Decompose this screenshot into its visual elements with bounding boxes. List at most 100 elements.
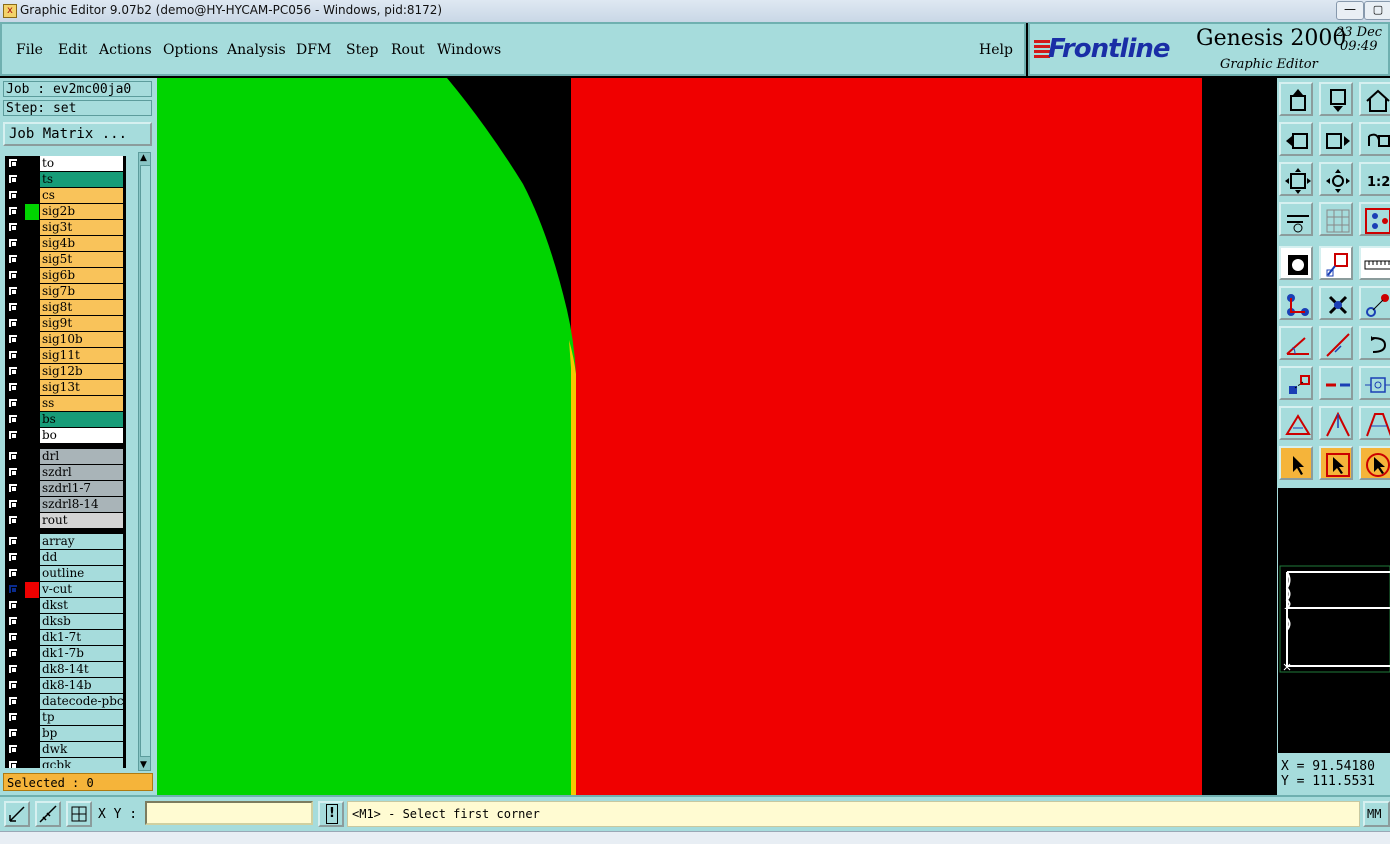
layer-color-swatch[interactable]: [25, 220, 39, 236]
layer-color-swatch[interactable]: [25, 252, 39, 268]
move-down-tool-button[interactable]: [1319, 82, 1353, 116]
layer-name[interactable]: dk8-14t: [40, 662, 123, 677]
layer-row-ts[interactable]: ts: [5, 172, 126, 188]
layer-color-swatch[interactable]: [25, 662, 39, 678]
select-pad-tool-button[interactable]: [1279, 246, 1313, 280]
layer-color-swatch[interactable]: [25, 534, 39, 550]
layer-color-swatch[interactable]: [25, 284, 39, 300]
menu-analysis[interactable]: Analysis: [227, 42, 286, 58]
layer-checkbox[interactable]: [8, 680, 18, 690]
layer-checkbox[interactable]: [8, 536, 18, 546]
zoom-fit-tool-button[interactable]: [1279, 162, 1313, 196]
menu-windows[interactable]: Windows: [437, 42, 501, 58]
center-box-tool-button[interactable]: [1359, 366, 1390, 400]
layer-name[interactable]: dkst: [40, 598, 123, 613]
layer-row-szdrl[interactable]: szdrl: [5, 465, 126, 481]
layer-row-ss[interactable]: ss: [5, 396, 126, 412]
layer-row-sig12b[interactable]: sig12b: [5, 364, 126, 380]
layer-name[interactable]: dk1-7t: [40, 630, 123, 645]
layer-name[interactable]: sig13t: [40, 380, 123, 395]
layer-color-swatch[interactable]: [25, 364, 39, 380]
layer-name[interactable]: sig7b: [40, 284, 123, 299]
layer-color-swatch[interactable]: [25, 742, 39, 758]
layer-row-bp[interactable]: bp: [5, 726, 126, 742]
layer-checkbox[interactable]: [8, 430, 18, 440]
move-up-tool-button[interactable]: [1279, 82, 1313, 116]
layer-checkbox[interactable]: [8, 616, 18, 626]
layer-name[interactable]: szdrl8-14: [40, 497, 123, 512]
layer-scrollbar[interactable]: ▲ ▼: [138, 152, 151, 771]
layer-checkbox[interactable]: [8, 302, 18, 312]
layer-checkbox[interactable]: [8, 286, 18, 296]
layer-checkbox[interactable]: [8, 760, 18, 768]
layer-checkbox[interactable]: [8, 499, 18, 509]
layer-row-sig10b[interactable]: sig10b: [5, 332, 126, 348]
layer-row-dkst[interactable]: dkst: [5, 598, 126, 614]
layer-color-swatch[interactable]: [25, 513, 39, 529]
layer-color-swatch[interactable]: [25, 726, 39, 742]
layer-checkbox[interactable]: [8, 696, 18, 706]
layer-color-swatch[interactable]: [25, 188, 39, 204]
layer-checkbox[interactable]: [8, 712, 18, 722]
layer-color-swatch[interactable]: [25, 614, 39, 630]
layer-row-to[interactable]: to: [5, 156, 126, 172]
layer-checkbox[interactable]: [8, 414, 18, 424]
layer-color-swatch[interactable]: [25, 465, 39, 481]
layer-name[interactable]: sig11t: [40, 348, 123, 363]
scrollbar-thumb[interactable]: [140, 165, 151, 757]
layer-row-drl[interactable]: drl: [5, 449, 126, 465]
layer-checkbox[interactable]: [8, 190, 18, 200]
layer-row-sig7b[interactable]: sig7b: [5, 284, 126, 300]
layer-color-swatch[interactable]: [25, 449, 39, 465]
layer-row-sig5t[interactable]: sig5t: [5, 252, 126, 268]
layer-checkbox[interactable]: [8, 158, 18, 168]
measure-button[interactable]: [35, 801, 61, 827]
graphic-canvas[interactable]: [157, 78, 1277, 795]
zoom-center-tool-button[interactable]: [1319, 162, 1353, 196]
layer-color-swatch[interactable]: [25, 758, 39, 768]
layer-checkbox[interactable]: [8, 222, 18, 232]
layer-name[interactable]: sig4b: [40, 236, 123, 251]
move-point-tool-button[interactable]: [1359, 286, 1390, 320]
layer-name[interactable]: dwk: [40, 742, 123, 757]
line-arrow-tool-button[interactable]: [1319, 326, 1353, 360]
split-line-tool-button[interactable]: [1319, 366, 1353, 400]
layer-row-dksb[interactable]: dksb: [5, 614, 126, 630]
snap-tools-tool-button[interactable]: [1279, 202, 1313, 236]
layer-color-swatch[interactable]: [25, 268, 39, 284]
zoom-box-button[interactable]: [4, 801, 30, 827]
layer-checkbox[interactable]: [8, 270, 18, 280]
layer-row-sig9t[interactable]: sig9t: [5, 316, 126, 332]
layer-color-swatch[interactable]: [25, 412, 39, 428]
ruler-tool-button[interactable]: [1359, 246, 1390, 280]
layer-name[interactable]: datecode-pbc: [40, 694, 123, 709]
layer-color-swatch[interactable]: [25, 236, 39, 252]
layer-row-rout[interactable]: rout: [5, 513, 126, 529]
layer-name[interactable]: array: [40, 534, 123, 549]
layer-name[interactable]: sig10b: [40, 332, 123, 347]
home-tool-button[interactable]: [1359, 82, 1390, 116]
layer-name[interactable]: rout: [40, 513, 123, 528]
layer-color-swatch[interactable]: [25, 566, 39, 582]
layer-row-outline[interactable]: outline: [5, 566, 126, 582]
layer-row-dk8-14b[interactable]: dk8-14b: [5, 678, 126, 694]
layer-name[interactable]: gcbk: [40, 758, 123, 768]
layer-checkbox[interactable]: [8, 398, 18, 408]
layer-checkbox[interactable]: [8, 744, 18, 754]
layer-checkbox[interactable]: [8, 552, 18, 562]
layer-color-swatch[interactable]: [25, 156, 39, 172]
layer-checkbox[interactable]: [8, 382, 18, 392]
layer-name[interactable]: ts: [40, 172, 123, 187]
layer-checkbox[interactable]: [8, 238, 18, 248]
grid-snap-button[interactable]: [66, 801, 92, 827]
scroll-down-icon[interactable]: ▼: [140, 760, 147, 770]
layer-checkbox[interactable]: [8, 318, 18, 328]
navigation-view[interactable]: [1278, 488, 1390, 753]
layer-checkbox[interactable]: [8, 483, 18, 493]
layer-color-swatch[interactable]: [25, 348, 39, 364]
layer-name[interactable]: dksb: [40, 614, 123, 629]
layer-name[interactable]: bo: [40, 428, 123, 443]
layer-color-swatch[interactable]: [25, 550, 39, 566]
layer-checkbox[interactable]: [8, 515, 18, 525]
menu-actions[interactable]: Actions: [99, 42, 152, 58]
